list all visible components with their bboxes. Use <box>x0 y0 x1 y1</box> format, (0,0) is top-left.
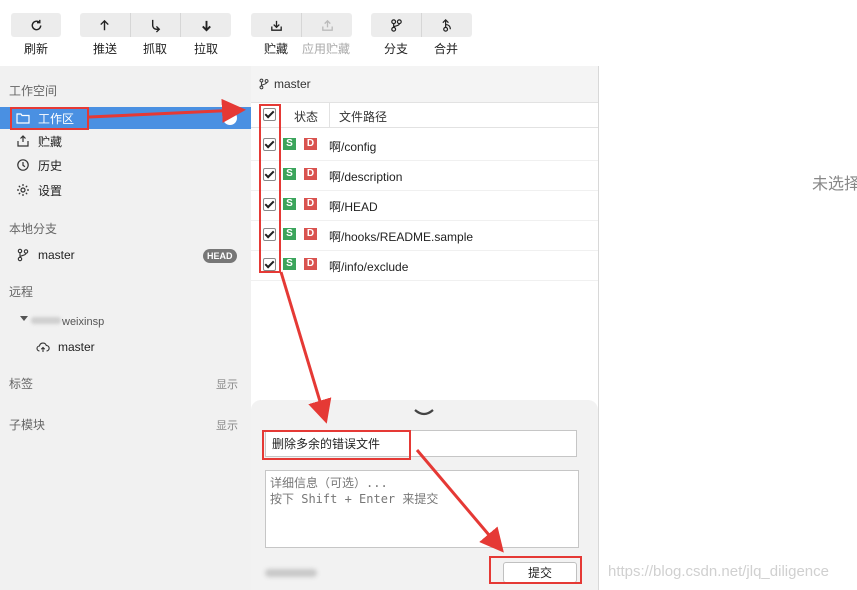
head-badge: HEAD <box>203 249 237 263</box>
sidebar-item-history[interactable]: 历史 <box>0 154 251 176</box>
fetch-label: 抓取 <box>142 42 167 56</box>
merge-label: 合并 <box>433 42 458 56</box>
commit-description-input[interactable] <box>265 470 579 548</box>
remote-owner-redacted <box>31 317 61 324</box>
diff-pane: 未选择 <box>599 66 857 590</box>
sidebar-item-label: master <box>58 340 95 354</box>
file-row[interactable]: S D 啊/info/exclude <box>251 250 598 281</box>
submodules-show-link[interactable]: 显示 <box>216 417 238 433</box>
local-branches-heading: 本地分支 <box>9 222 58 236</box>
staged-badge: S <box>283 168 296 180</box>
deleted-badge: D <box>304 168 317 180</box>
path-column-header[interactable]: 文件路径 <box>339 108 387 125</box>
change-count-badge <box>223 111 237 125</box>
tags-heading: 标签 <box>9 377 34 391</box>
current-branch-bar: master <box>251 66 598 102</box>
sidebar-item-label: 设置 <box>38 183 63 198</box>
sync-group <box>80 13 231 37</box>
chevron-down-icon[interactable] <box>20 316 28 321</box>
apply-stash-icon <box>321 19 333 31</box>
collapse-chevron-icon[interactable] <box>413 408 435 418</box>
sidebar-item-remote-master[interactable]: master <box>20 336 251 358</box>
file-list-header: 状态 文件路径 <box>251 102 598 128</box>
push-button[interactable] <box>80 13 131 37</box>
annotation-box-commit <box>489 556 582 584</box>
cloud-icon <box>36 340 50 354</box>
annotation-box-workspace <box>10 107 89 130</box>
refresh-icon <box>31 19 41 30</box>
fetch-icon <box>151 19 161 33</box>
watermark: https://blog.csdn.net/jlq_diligence <box>608 563 829 580</box>
pull-button[interactable] <box>181 13 231 37</box>
empty-selection-message: 未选择 <box>812 176 857 193</box>
push-icon <box>100 19 110 30</box>
refresh-label: 刷新 <box>23 42 48 56</box>
gear-icon <box>16 183 30 197</box>
author-redacted <box>265 569 317 577</box>
pull-label: 拉取 <box>193 42 218 56</box>
file-path: 啊/hooks/README.sample <box>329 230 474 244</box>
branch-label: 分支 <box>383 42 408 56</box>
workspace-heading: 工作空间 <box>9 84 58 98</box>
merge-icon <box>441 18 451 32</box>
file-row[interactable]: S D 啊/config <box>251 130 598 161</box>
refresh-group <box>11 13 61 37</box>
deleted-badge: D <box>304 198 317 210</box>
tags-show-link[interactable]: 显示 <box>216 376 238 392</box>
sidebar-item-stash[interactable]: 贮藏 <box>0 130 251 152</box>
annotation-box-checkboxes <box>259 104 281 273</box>
submodules-heading: 子模块 <box>9 418 46 432</box>
stash-icon <box>16 134 30 148</box>
remotes-heading: 远程 <box>9 285 34 299</box>
file-row[interactable]: S D 啊/hooks/README.sample <box>251 220 598 251</box>
deleted-badge: D <box>304 258 317 270</box>
stash-icon <box>270 20 282 31</box>
staged-badge: S <box>283 258 296 270</box>
staged-badge: S <box>283 198 296 210</box>
apply-stash-button[interactable] <box>302 13 352 37</box>
file-row[interactable]: S D 啊/description <box>251 160 598 191</box>
file-path: 啊/config <box>329 140 377 154</box>
sidebar-item-label: master <box>38 248 75 262</box>
status-column-header[interactable]: 状态 <box>294 108 318 125</box>
push-label: 推送 <box>92 42 117 56</box>
apply-stash-label: 应用贮藏 <box>301 42 350 56</box>
branch-icon <box>259 78 269 90</box>
toolbar: 刷新 推送 抓取 拉取 贮藏 应用贮藏 分支 合并 <box>0 0 857 66</box>
staged-badge: S <box>283 228 296 240</box>
fetch-button[interactable] <box>131 13 182 37</box>
branch-button[interactable] <box>371 13 422 37</box>
sidebar-item-settings[interactable]: 设置 <box>0 179 251 201</box>
file-path: 啊/HEAD <box>329 200 378 214</box>
stash-label: 贮藏 <box>263 42 288 56</box>
file-row[interactable]: S D 啊/HEAD <box>251 190 598 221</box>
branch-group <box>371 13 472 37</box>
refresh-button[interactable] <box>11 13 61 37</box>
deleted-badge: D <box>304 228 317 240</box>
annotation-box-summary <box>262 430 411 460</box>
sidebar: 工作空间 工作区 贮藏 历史 设置 本地分支 master HEAD 远程 we… <box>0 66 251 590</box>
sidebar-item-label: 历史 <box>38 158 63 173</box>
deleted-badge: D <box>304 138 317 150</box>
file-path: 啊/description <box>329 170 403 184</box>
current-branch-name: master <box>274 77 311 91</box>
stash-button[interactable] <box>251 13 302 37</box>
sidebar-item-label: 贮藏 <box>38 134 63 149</box>
file-path: 啊/info/exclude <box>329 260 409 274</box>
history-icon <box>16 158 30 172</box>
remote-name[interactable]: weixinsp <box>62 316 104 328</box>
branch-icon <box>16 248 30 262</box>
merge-button[interactable] <box>422 13 472 37</box>
staged-badge: S <box>283 138 296 150</box>
stash-group <box>251 13 352 37</box>
pull-icon <box>201 20 211 32</box>
changes-pane: master 状态 文件路径 S D 啊/config S D 啊/descri… <box>251 66 599 590</box>
column-divider <box>329 103 330 127</box>
branch-icon <box>390 18 402 32</box>
